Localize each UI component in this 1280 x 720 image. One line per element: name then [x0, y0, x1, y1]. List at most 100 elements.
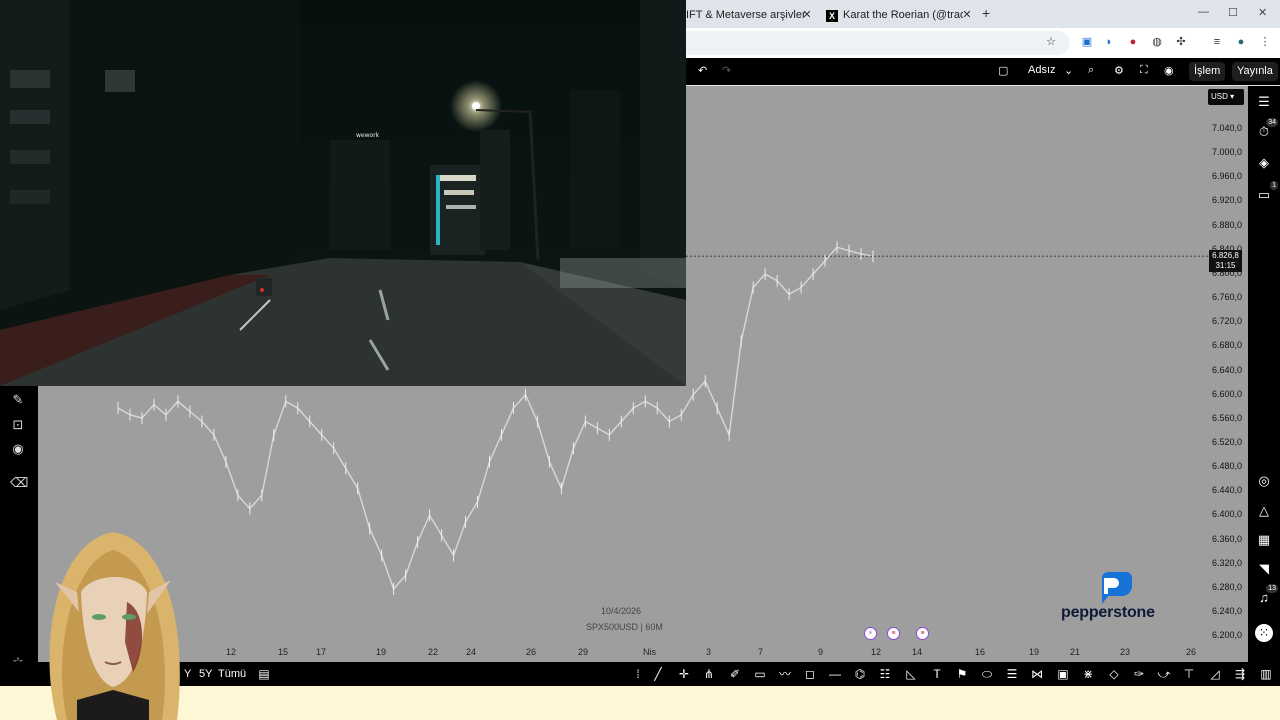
anchored-text-icon[interactable]: ⊤	[1181, 666, 1197, 682]
browser-tab-x[interactable]: X Karat the Roerian (@traderthra ✕	[822, 4, 976, 28]
pattern-icon[interactable]: ⌬	[852, 666, 868, 682]
broadcast-icon[interactable]: ◥	[1255, 560, 1273, 578]
price-tick-label: 7.040,0	[1212, 123, 1243, 133]
close-icon[interactable]: ✕	[960, 4, 974, 26]
extension-ninja-icon[interactable]: ◍	[1150, 35, 1164, 49]
pencil-ruler-icon[interactable]: ✎	[10, 392, 26, 408]
address-bar[interactable]	[686, 31, 1070, 55]
new-tab-button[interactable]: +	[982, 5, 990, 21]
candle-countdown: 31:15	[1215, 261, 1236, 270]
lock-icon[interactable]: ⊡	[10, 417, 26, 433]
price-tick-label: 6.400,0	[1212, 509, 1243, 520]
us-flag-event-icon[interactable]: ≡	[916, 627, 929, 640]
profile-avatar-icon[interactable]: ●	[1234, 35, 1248, 49]
target-icon[interactable]: ◎	[1255, 472, 1273, 490]
tab-title: Karat the Roerian (@traderthra	[843, 9, 963, 21]
ruler-icon[interactable]: ◺	[903, 666, 919, 682]
pitchfork-icon[interactable]: ⋔	[701, 666, 717, 682]
crosshair-icon[interactable]: ✛	[676, 666, 692, 682]
camera-icon[interactable]: ◉	[1164, 64, 1174, 77]
price-axis[interactable]: 7.040,0 7.000,0 6.960,0 6.920,0 6.880,0 6.840…	[1208, 86, 1248, 662]
chevron-down-icon[interactable]: ⌄	[1064, 64, 1073, 77]
time-tick-label: 24	[466, 647, 477, 657]
reading-list-icon[interactable]: ≡	[1210, 35, 1224, 49]
arrow-icon[interactable]: ⇶	[1232, 666, 1248, 682]
bell-icon[interactable]: ♫ 13	[1255, 584, 1278, 607]
flag-icon[interactable]: ⚑	[954, 666, 970, 682]
layers-icon[interactable]: ◈	[1255, 154, 1273, 172]
price-tick-label: 6.720,0	[1212, 316, 1243, 327]
path-icon[interactable]: 〰	[777, 666, 793, 682]
layout-square-icon[interactable]: ▢	[998, 64, 1008, 77]
gann-icon[interactable]: ⋈	[1029, 666, 1045, 682]
calendar-icon[interactable]: ▦	[1255, 531, 1273, 549]
chart-top-toolbar: ↶ ↷ ▢ Adsız ⌄ ⌕ ⚙ ⛶ ◉ İşlem Yayınla	[686, 58, 1280, 85]
search-zoom-icon[interactable]: ⌕	[1088, 64, 1094, 77]
time-tick-label: 23	[1120, 647, 1131, 657]
price-tick-label: 6.680,0	[1212, 340, 1243, 351]
time-tick-label: 17	[316, 647, 327, 657]
brush-icon[interactable]: ✐	[727, 666, 743, 682]
eraser-icon[interactable]: ◇	[1106, 666, 1122, 682]
currency-selector[interactable]: USD ▾	[1208, 89, 1244, 105]
callout-icon[interactable]: ◻	[802, 666, 818, 682]
bookmark-star-icon[interactable]: ☆	[1044, 35, 1058, 49]
text-icon[interactable]: T	[929, 666, 945, 682]
browser-tab-ajan[interactable]: IFT & Metaverse arşivleri | Ajan ✕	[686, 4, 816, 28]
alerts-badge: 34	[1266, 118, 1278, 127]
extension-icon[interactable]: ▣	[1080, 35, 1094, 49]
price-tick-label: 6.880,0	[1212, 219, 1243, 230]
time-axis[interactable]: 12 15 17 19 22 24 26 29 Nis 3 7 9 12 14 16 19 21 23 26	[38, 642, 1248, 662]
kebab-menu-icon[interactable]: ⋮	[1258, 35, 1272, 49]
highlighter-icon[interactable]: ✑	[1131, 666, 1147, 682]
chat-icon[interactable]: ▭ 1	[1255, 181, 1278, 204]
time-tick-label: 12	[871, 647, 882, 657]
publish-button[interactable]: Yayınla	[1232, 62, 1278, 81]
maximize-icon[interactable]: ☐	[1228, 6, 1238, 19]
price-tick-label: 6.240,0	[1212, 606, 1243, 616]
layout-name[interactable]: Adsız	[1028, 64, 1056, 76]
drag-handle-icon[interactable]: ⁞	[630, 666, 646, 682]
range-5y-button[interactable]: 5Y	[199, 668, 212, 680]
more-tools-icon[interactable]: ▥	[1258, 666, 1274, 682]
triangle-icon[interactable]: ◿	[1207, 666, 1223, 682]
trash-icon[interactable]: ⌫	[10, 475, 28, 491]
xabcd-icon[interactable]: ⋇	[1080, 666, 1096, 682]
notifications-badge: 13	[1266, 584, 1278, 593]
undo-icon[interactable]: ↶	[698, 64, 707, 77]
time-tick-label: 19	[1029, 647, 1040, 657]
range-all-button[interactable]: Tümü	[218, 668, 246, 680]
ellipse-icon[interactable]: ⬭	[979, 666, 995, 682]
x-logo-icon: X	[826, 10, 838, 22]
date-range-icon[interactable]: ▤	[256, 666, 272, 682]
parallel-channel-icon[interactable]: ☰	[1004, 666, 1020, 682]
minimize-icon[interactable]: —	[1198, 6, 1209, 18]
earnings-event-icon[interactable]: ⚡	[864, 627, 877, 640]
alerts-clock-icon[interactable]: ⏱ 34	[1255, 118, 1278, 141]
trade-button[interactable]: İşlem	[1189, 62, 1226, 81]
horizontal-line-icon[interactable]: —	[827, 666, 843, 682]
extension-red-icon[interactable]: ●	[1126, 35, 1140, 49]
close-window-icon[interactable]: ✕	[1258, 6, 1267, 19]
settings-gear-icon[interactable]: ⚙	[1114, 64, 1124, 77]
streamer-avatar	[37, 522, 189, 720]
us-flag-event-icon[interactable]: ≡	[887, 627, 900, 640]
rectangle-icon[interactable]: ▭	[752, 666, 768, 682]
eye-icon[interactable]: ◉	[10, 441, 26, 457]
redo-icon[interactable]: ↷	[722, 64, 731, 77]
price-tick-label: 6.640,0	[1212, 364, 1243, 375]
audio-extension-icon[interactable]: ◗	[1102, 35, 1116, 49]
elf-avatar-illustration	[49, 532, 180, 720]
curve-icon[interactable]: ⤻	[1156, 666, 1172, 682]
current-price-badge: 6.826,8 31:15	[1209, 250, 1242, 272]
mountain-icon[interactable]: △	[1255, 502, 1273, 520]
fib-icon[interactable]: ☷	[877, 666, 893, 682]
apps-grid-icon[interactable]: ⁙	[1255, 624, 1273, 642]
puzzle-icon[interactable]: ✣	[1174, 35, 1188, 49]
trend-line-icon[interactable]: ╱	[650, 666, 666, 682]
fullscreen-icon[interactable]: ⛶	[1140, 64, 1148, 77]
watchlist-icon[interactable]: ☰	[1255, 93, 1273, 111]
close-icon[interactable]: ✕	[800, 4, 814, 26]
image-icon[interactable]: ▣	[1055, 666, 1071, 682]
time-tick-label: Nis	[643, 647, 656, 657]
